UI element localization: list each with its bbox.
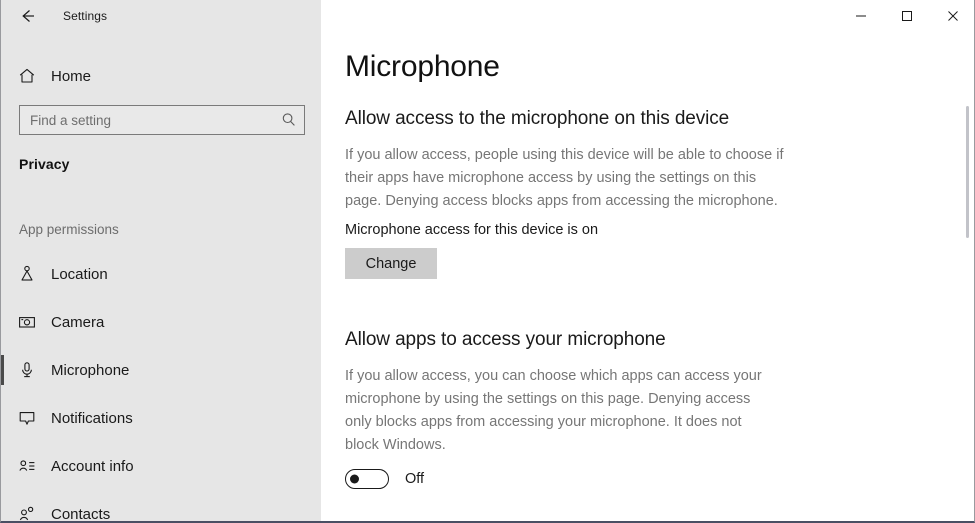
window-controls — [838, 0, 975, 32]
sidebar-item-label: Microphone — [51, 362, 129, 379]
location-icon — [1, 264, 47, 284]
search-icon[interactable] — [274, 111, 304, 129]
sidebar-item-label: Location — [51, 266, 108, 283]
selection-indicator — [1, 307, 4, 337]
selection-indicator — [1, 499, 4, 523]
sidebar-item-label: Notifications — [51, 410, 133, 427]
selection-indicator — [1, 259, 4, 289]
page-title: Microphone — [345, 50, 500, 84]
sidebar-item-account-info[interactable]: Account info — [1, 442, 321, 490]
settings-window: Settings — [0, 0, 975, 523]
selection-indicator — [1, 451, 4, 481]
sidebar-item-contacts[interactable]: Contacts — [1, 490, 321, 523]
sidebar-item-label: Camera — [51, 314, 104, 331]
section-body-device-access: If you allow access, people using this d… — [345, 144, 793, 213]
close-icon — [947, 10, 959, 22]
selection-indicator — [1, 355, 4, 385]
home-icon — [1, 66, 47, 86]
section-heading-app-access: Allow apps to access your microphone — [345, 329, 666, 351]
change-button[interactable]: Change — [345, 248, 437, 279]
content-scrollbar[interactable] — [963, 32, 973, 521]
toggle-state-label: Off — [405, 471, 424, 487]
sidebar-item-location[interactable]: Location — [1, 250, 321, 298]
app-access-toggle-row[interactable]: Off — [345, 469, 424, 489]
maximize-icon — [901, 10, 913, 22]
microphone-icon — [1, 360, 47, 380]
search-box[interactable] — [19, 105, 305, 135]
minimize-icon — [855, 10, 867, 22]
sidebar-group-label: App permissions — [19, 222, 119, 237]
minimize-button[interactable] — [838, 0, 884, 32]
notification-icon — [1, 408, 47, 428]
title-bar-left-pane — [1, 0, 321, 32]
sidebar-nav-list: Location Camera — [1, 250, 321, 523]
toggle-knob — [350, 475, 359, 484]
app-access-toggle[interactable] — [345, 469, 389, 489]
sidebar-item-label: Contacts — [51, 506, 110, 523]
sidebar-item-microphone[interactable]: Microphone — [1, 346, 321, 394]
sidebar-section-title: Privacy — [19, 156, 70, 172]
search-input[interactable] — [20, 107, 274, 133]
close-button[interactable] — [930, 0, 975, 32]
selection-indicator — [1, 403, 4, 433]
title-bar: Settings — [1, 0, 975, 32]
maximize-button[interactable] — [884, 0, 930, 32]
sidebar-item-camera[interactable]: Camera — [1, 298, 321, 346]
back-arrow-icon — [18, 6, 38, 26]
app-title: Settings — [63, 0, 107, 32]
sidebar: Home Privacy App permissions — [1, 32, 321, 523]
section-body-app-access: If you allow access, you can choose whic… — [345, 365, 775, 457]
contacts-icon — [1, 504, 47, 523]
sidebar-item-notifications[interactable]: Notifications — [1, 394, 321, 442]
section-heading-device-access: Allow access to the microphone on this d… — [345, 108, 729, 130]
sidebar-item-label: Account info — [51, 458, 134, 475]
content-pane: Microphone Allow access to the microphon… — [321, 32, 975, 523]
camera-icon — [1, 312, 47, 332]
scrollbar-thumb[interactable] — [966, 106, 969, 238]
account-info-icon — [1, 456, 47, 476]
sidebar-home-label: Home — [51, 68, 91, 85]
back-button[interactable] — [7, 0, 49, 32]
device-access-status: Microphone access for this device is on — [345, 222, 598, 238]
sidebar-item-home[interactable]: Home — [1, 58, 321, 94]
